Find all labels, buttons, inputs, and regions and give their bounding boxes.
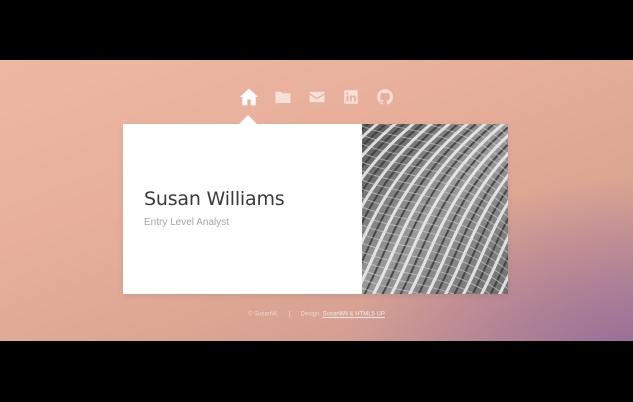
profile-name: Susan Williams: [144, 188, 285, 210]
architecture-photo: [362, 124, 508, 294]
nav-portfolio[interactable]: [273, 87, 293, 107]
abstract-architecture-image: [362, 124, 508, 294]
footer-design-label: Design:: [300, 311, 321, 318]
nav-pointer: [239, 115, 257, 124]
letterbox-bottom: [0, 341, 633, 402]
envelope-icon: [309, 91, 324, 103]
nav-github[interactable]: [375, 87, 395, 107]
home-icon: [239, 88, 258, 106]
folder-icon: [275, 91, 290, 103]
profile-title: Entry Level Analyst: [144, 217, 230, 228]
main-nav: [0, 87, 633, 107]
footer-separator: [288, 311, 290, 317]
letterbox-top: [0, 0, 633, 60]
footer-design-link[interactable]: SusanWil & HTML5 UP: [323, 312, 385, 318]
footer: © SusanW. Design: SusanWil & HTML5 UP: [0, 311, 633, 318]
nav-linkedin[interactable]: [341, 87, 361, 107]
intro-panel: Susan Williams Entry Level Analyst: [123, 124, 508, 294]
linkedin-icon: [343, 90, 358, 104]
page-viewport: Susan Williams Entry Level Analyst © Sus…: [0, 60, 633, 341]
nav-contact[interactable]: [307, 87, 327, 107]
footer-copyright: © SusanW.: [248, 311, 279, 318]
github-icon: [376, 89, 393, 105]
intro-text: Susan Williams Entry Level Analyst: [144, 188, 285, 228]
nav-home[interactable]: [239, 87, 259, 107]
